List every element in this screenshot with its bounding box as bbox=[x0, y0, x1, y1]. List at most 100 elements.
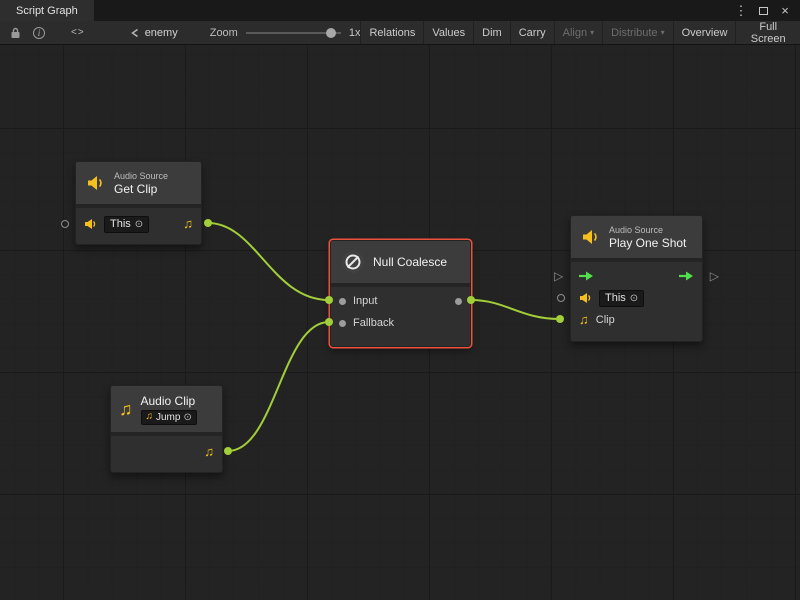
node-audio-source-play-one-shot[interactable]: Audio Source Play One Shot bbox=[570, 215, 703, 342]
port-row-clip: ♫ Clip bbox=[571, 309, 702, 331]
graph-name: enemy bbox=[145, 27, 178, 39]
code-view-icon[interactable]: <> bbox=[65, 21, 91, 45]
unity-script-graph-window: Script Graph ⋮ × i <> enemy Zoom bbox=[0, 0, 800, 600]
this-field-value: This bbox=[605, 292, 626, 304]
window-controls: ⋮ × bbox=[734, 0, 800, 21]
node-body: Input Fallback bbox=[331, 287, 470, 346]
tab-bar: Script Graph ⋮ × bbox=[0, 0, 800, 21]
node-title: Audio Clip bbox=[141, 394, 197, 408]
overview-button[interactable]: Overview bbox=[673, 21, 736, 44]
close-icon[interactable]: × bbox=[778, 0, 792, 21]
node-header: Null Coalesce bbox=[331, 241, 470, 283]
input-label: Input bbox=[353, 295, 377, 307]
audio-clip-icon: ♫ bbox=[204, 445, 214, 459]
flow-out-port[interactable]: ▷ bbox=[710, 270, 719, 282]
zoom-slider-handle[interactable] bbox=[326, 28, 336, 38]
relations-button[interactable]: Relations bbox=[360, 21, 423, 44]
graph-canvas[interactable]: Audio Source Get Clip This ⊙ ♫ bbox=[0, 45, 800, 600]
node-title: Null Coalesce bbox=[373, 255, 447, 269]
node-body: This ⊙ ♫ bbox=[76, 208, 201, 244]
node-header: Audio Source Get Clip bbox=[76, 162, 201, 204]
audio-clip-icon: ♫ bbox=[119, 400, 133, 418]
port-row-control-flow bbox=[571, 265, 702, 287]
this-object-field[interactable]: This ⊙ bbox=[599, 290, 644, 307]
menu-icon[interactable]: ⋮ bbox=[734, 0, 748, 21]
graph-toolbar: i <> enemy Zoom 1x Relations Values Dim … bbox=[0, 21, 800, 45]
tab-title: Script Graph bbox=[16, 5, 78, 17]
toolbar-buttons: Relations Values Dim Carry Align ▾ Distr… bbox=[360, 21, 800, 44]
breadcrumb[interactable]: enemy bbox=[129, 27, 178, 39]
wire-endpoint bbox=[224, 447, 232, 455]
node-header: Audio Source Play One Shot bbox=[571, 216, 702, 258]
chevron-down-icon: ▾ bbox=[590, 28, 594, 37]
wire-endpoint bbox=[204, 219, 212, 227]
audio-clip-icon: ♫ bbox=[579, 313, 589, 327]
node-subtitle: Audio Source bbox=[609, 225, 686, 236]
port-row-output: ♫ bbox=[111, 440, 222, 464]
result-output-port[interactable] bbox=[455, 298, 462, 305]
lock-glyph bbox=[10, 27, 21, 39]
flow-in-arrow-icon[interactable] bbox=[579, 271, 594, 281]
dim-button[interactable]: Dim bbox=[473, 21, 510, 44]
wire-result-to-clip bbox=[471, 300, 560, 319]
maximize-glyph bbox=[759, 7, 768, 15]
clip-field-value: Jump bbox=[156, 412, 180, 423]
carry-button[interactable]: Carry bbox=[510, 21, 554, 44]
port-row-target: This ⊙ ♫ bbox=[76, 212, 201, 236]
node-title: Get Clip bbox=[114, 182, 168, 196]
node-header: ♫ Audio Clip ♫ Jump ⊙ bbox=[111, 386, 222, 432]
node-titles: Audio Source Get Clip bbox=[114, 171, 168, 196]
object-picker-icon[interactable]: ⊙ bbox=[183, 412, 191, 423]
node-subtitle: Audio Source bbox=[114, 171, 168, 182]
audio-clip-icon: ♫ bbox=[183, 217, 193, 231]
node-null-coalesce[interactable]: Null Coalesce Input Fallback bbox=[330, 240, 471, 347]
node-body: This ⊙ ♫ Clip bbox=[571, 262, 702, 341]
clip-label: Clip bbox=[596, 314, 615, 326]
wire-getclip-to-input bbox=[208, 223, 329, 300]
target-input-port[interactable] bbox=[61, 220, 69, 228]
null-coalesce-icon bbox=[341, 250, 365, 274]
wire-audioclip-to-fallback bbox=[228, 322, 329, 451]
values-button[interactable]: Values bbox=[423, 21, 473, 44]
audio-source-icon bbox=[86, 174, 106, 192]
node-body: ♫ bbox=[111, 436, 222, 472]
this-object-field[interactable]: This ⊙ bbox=[104, 216, 149, 233]
flow-out-arrow-icon[interactable] bbox=[679, 271, 694, 281]
port-row-fallback: Fallback bbox=[331, 312, 470, 334]
info-icon[interactable]: i bbox=[27, 21, 51, 45]
fallback-label: Fallback bbox=[353, 317, 394, 329]
code-glyph: <> bbox=[71, 27, 85, 38]
align-button[interactable]: Align ▾ bbox=[554, 21, 602, 44]
flow-in-port[interactable]: ▷ bbox=[554, 270, 563, 282]
speaker-icon bbox=[579, 292, 592, 304]
wire-endpoint bbox=[556, 315, 564, 323]
maximize-icon[interactable] bbox=[756, 0, 770, 21]
speaker-icon bbox=[84, 218, 97, 230]
audio-clip-icon: ♫ bbox=[146, 412, 154, 422]
node-titles: Audio Clip ♫ Jump ⊙ bbox=[141, 394, 197, 425]
chevron-down-icon: ▾ bbox=[661, 28, 665, 37]
info-glyph: i bbox=[33, 27, 45, 39]
lock-icon[interactable] bbox=[4, 21, 27, 45]
distribute-label: Distribute bbox=[611, 27, 657, 39]
input-port[interactable] bbox=[339, 298, 346, 305]
zoom-control: Zoom 1x bbox=[210, 26, 361, 40]
node-title: Play One Shot bbox=[609, 236, 686, 250]
tab-script-graph[interactable]: Script Graph bbox=[0, 0, 94, 21]
object-picker-icon[interactable]: ⊙ bbox=[630, 293, 638, 304]
fullscreen-button[interactable]: Full Screen bbox=[735, 21, 800, 44]
fallback-port[interactable] bbox=[339, 320, 346, 327]
port-row-target: This ⊙ bbox=[571, 287, 702, 309]
node-audio-source-get-clip[interactable]: Audio Source Get Clip This ⊙ ♫ bbox=[75, 161, 202, 245]
node-audio-clip-literal[interactable]: ♫ Audio Clip ♫ Jump ⊙ ♫ bbox=[110, 385, 223, 473]
zoom-value: 1x bbox=[349, 27, 361, 39]
align-label: Align bbox=[563, 27, 587, 39]
clip-object-field[interactable]: ♫ Jump ⊙ bbox=[141, 410, 197, 425]
object-picker-icon[interactable]: ⊙ bbox=[135, 219, 143, 230]
graph-back-icon bbox=[129, 27, 140, 39]
target-input-port[interactable] bbox=[557, 294, 565, 302]
this-field-value: This bbox=[110, 218, 131, 230]
zoom-slider[interactable] bbox=[246, 26, 341, 40]
distribute-button[interactable]: Distribute ▾ bbox=[602, 21, 672, 44]
audio-source-icon bbox=[581, 228, 601, 246]
